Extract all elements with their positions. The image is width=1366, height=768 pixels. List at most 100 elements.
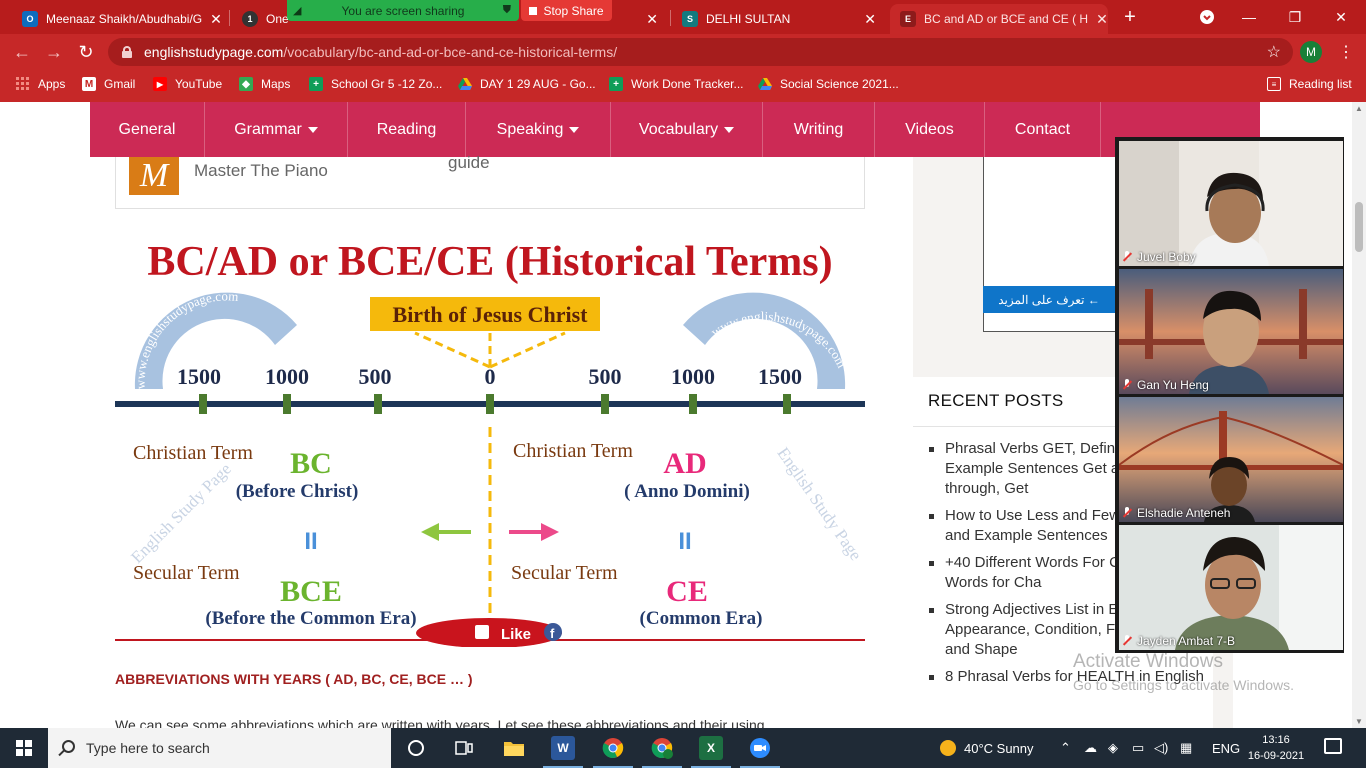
participant-tile[interactable]: Jayden Ambat 7-B <box>1119 525 1343 650</box>
bookmark-star-icon[interactable]: ☆ <box>1267 42 1281 62</box>
bookmark-apps[interactable]: Apps <box>16 77 65 91</box>
video-call-panel[interactable]: Juvel Boby Gan Yu Heng Elshadie Anteneh <box>1115 137 1344 653</box>
close-icon[interactable]: ✕ <box>202 11 222 28</box>
tray-chevron-icon[interactable]: ⌃ <box>1060 728 1071 768</box>
nav-speaking[interactable]: Speaking <box>466 102 611 157</box>
learn-more-button[interactable]: تعرف على المزيد ← <box>983 286 1115 313</box>
arrow-right-icon <box>541 523 559 541</box>
back-icon[interactable]: ← <box>10 40 34 64</box>
secular-term-right: Secular Term <box>511 562 618 584</box>
timeline-tick <box>283 394 291 414</box>
bookmark-label: School Gr 5 -12 Zo... <box>331 77 443 91</box>
christian-term-left: Christian Term <box>133 442 253 464</box>
nav-contact[interactable]: Contact <box>985 102 1101 157</box>
nav-label: General <box>118 120 176 138</box>
chrome-profile-icon[interactable] <box>642 736 682 768</box>
weather-widget[interactable]: 40°C Sunny <box>940 728 1034 768</box>
reload-icon[interactable]: ↻ <box>74 40 98 64</box>
tab-delhi-sultan[interactable]: S DELHI SULTAN ✕ <box>672 4 886 34</box>
browser-tab-strip: O Meenaaz Shaikh/Abudhabi/G ✕ 1 One ✕ S … <box>0 0 1366 34</box>
caret-down-icon <box>724 126 735 133</box>
zoom-icon[interactable] <box>740 736 780 768</box>
nav-label: Videos <box>905 120 954 138</box>
scroll-thumb[interactable] <box>1355 202 1363 252</box>
nav-videos[interactable]: Videos <box>875 102 985 157</box>
tick-label: 1000 <box>671 364 715 389</box>
nav-reading[interactable]: Reading <box>348 102 466 157</box>
tab-active-englishstudypage[interactable]: E BC and AD or BCE and CE ( H ✕ <box>890 4 1108 34</box>
windows-start-icon[interactable] <box>16 740 32 756</box>
volume-icon[interactable]: ◁) <box>1154 728 1168 768</box>
tick-label: 1500 <box>177 364 221 389</box>
tab-outlook[interactable]: O Meenaaz Shaikh/Abudhabi/G ✕ <box>12 4 226 34</box>
bookmark-social-science[interactable]: Social Science 2021... <box>758 77 899 91</box>
stop-share-button[interactable]: Stop Share <box>521 0 612 21</box>
nav-grammar[interactable]: Grammar <box>205 102 348 157</box>
scroll-up-icon[interactable]: ▲ <box>1355 104 1363 113</box>
onedrive-icon[interactable]: ☁ <box>1084 728 1097 768</box>
nav-general[interactable]: General <box>90 102 205 157</box>
weather-label: 40°C Sunny <box>964 740 1034 756</box>
google-drive-icon <box>458 77 472 91</box>
new-tab-icon[interactable]: + <box>1118 6 1142 29</box>
bookmark-work-done[interactable]: + Work Done Tracker... <box>609 77 743 91</box>
restore-icon[interactable]: ❐ <box>1272 0 1318 34</box>
nav-writing[interactable]: Writing <box>763 102 875 157</box>
close-icon[interactable]: ✕ <box>1088 11 1108 28</box>
sway-icon: S <box>682 11 698 27</box>
taskbar-search-box[interactable]: Type here to search <box>48 728 391 768</box>
reading-list-button[interactable]: ≡ Reading list <box>1267 77 1352 91</box>
bookmark-youtube[interactable]: ▶ YouTube <box>153 77 222 91</box>
page-scrollbar[interactable]: ▲ ▼ <box>1352 102 1366 728</box>
sun-icon <box>940 740 956 756</box>
participant-tile[interactable]: Elshadie Anteneh <box>1119 397 1343 522</box>
taskbar-clock[interactable]: 13:16 16-09-2021 <box>1243 732 1309 764</box>
meet-now-icon[interactable]: ◈ <box>1108 728 1118 768</box>
nav-vocabulary[interactable]: Vocabulary <box>611 102 763 157</box>
address-bar[interactable]: englishstudypage.com/vocabulary/bc-and-a… <box>108 38 1293 66</box>
tab-label: BC and AD or BCE and CE ( H <box>924 12 1089 26</box>
clock-time: 13:16 <box>1262 734 1290 746</box>
task-view-icon[interactable] <box>452 736 476 760</box>
screen-sharing-banner[interactable]: ◢ You are screen sharing ⛊ <box>287 0 519 21</box>
participant-tile[interactable]: Juvel Boby <box>1119 141 1343 266</box>
minimize-icon[interactable]: — <box>1226 0 1272 34</box>
word-icon[interactable]: W <box>543 736 583 768</box>
language-indicator[interactable]: ENG <box>1212 728 1240 768</box>
sponsored-ad[interactable]: M Master The Piano guide <box>115 153 865 209</box>
bookmark-day1[interactable]: DAY 1 29 AUG - Go... <box>458 77 596 91</box>
bookmark-maps[interactable]: ◆ Maps <box>239 77 290 91</box>
christian-term-right: Christian Term <box>513 440 633 462</box>
chrome-icon[interactable] <box>593 736 633 768</box>
bookmark-school[interactable]: + School Gr 5 -12 Zo... <box>309 77 442 91</box>
excel-icon[interactable]: X <box>691 736 731 768</box>
tab-hidden[interactable]: ✕ <box>612 4 668 34</box>
tab-search-icon[interactable] <box>1184 0 1230 34</box>
bookmark-gmail[interactable]: M Gmail <box>82 77 135 91</box>
bc-ad-infographic: BC/AD or BCE/CE (Historical Terms) www.e… <box>115 227 865 648</box>
network-icon[interactable]: ▭ <box>1132 728 1144 768</box>
forward-icon[interactable]: → <box>42 40 66 64</box>
tab-label: Meenaaz Shaikh/Abudhabi/G <box>46 12 203 26</box>
file-explorer-icon[interactable] <box>502 736 526 760</box>
participant-tile[interactable]: Gan Yu Heng <box>1119 269 1343 394</box>
tick-label: 500 <box>359 364 392 389</box>
scroll-down-icon[interactable]: ▼ <box>1355 717 1363 726</box>
screen-sharing-label: You are screen sharing <box>341 3 465 18</box>
menu-kebab-icon[interactable]: ⋮ <box>1338 42 1354 62</box>
cortana-icon[interactable] <box>404 736 428 760</box>
window-close-icon[interactable]: ✕ <box>1318 0 1364 34</box>
tab-onenote[interactable]: 1 One <box>232 4 292 34</box>
profile-avatar[interactable]: M <box>1300 41 1322 63</box>
close-icon[interactable]: ✕ <box>856 11 876 28</box>
bookmark-label: DAY 1 29 AUG - Go... <box>480 77 596 91</box>
notification-center-icon[interactable] <box>1324 738 1342 754</box>
nav-label: Reading <box>376 120 437 138</box>
browser-toolbar: ← → ↻ englishstudypage.com/vocabulary/bc… <box>0 34 1366 70</box>
timeline-tick <box>783 394 791 414</box>
url-path: /vocabulary/bc-and-ad-or-bce-and-ce-hist… <box>283 44 618 60</box>
google-sheets-icon: + <box>309 77 323 91</box>
ce-abbr: CE <box>666 575 708 608</box>
close-icon[interactable]: ✕ <box>638 11 658 28</box>
keyboard-icon[interactable]: ▦ <box>1180 728 1192 768</box>
